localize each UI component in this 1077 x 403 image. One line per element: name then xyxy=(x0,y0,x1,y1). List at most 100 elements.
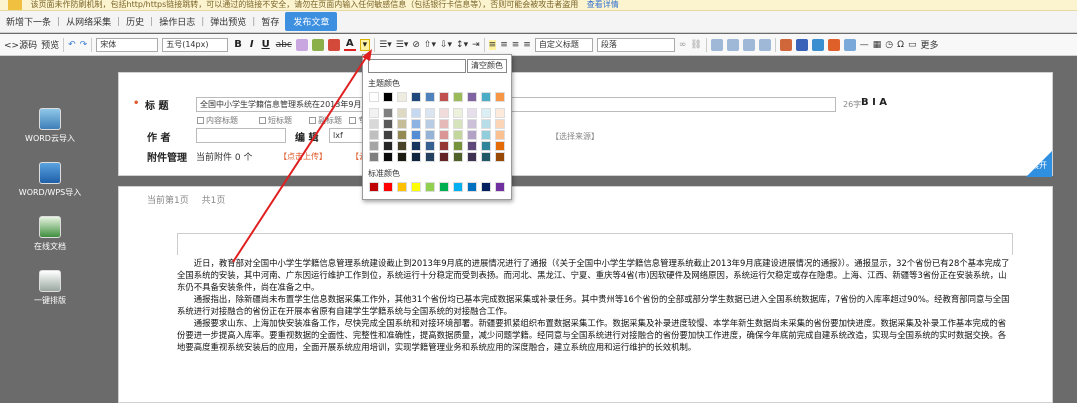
add-next-button[interactable]: 新增下一条 xyxy=(6,15,51,28)
font-family-select[interactable]: 宋体 xyxy=(96,37,159,52)
theme-shade-swatch[interactable] xyxy=(397,108,407,118)
author-input[interactable] xyxy=(196,128,286,143)
unordered-list-icon[interactable]: ☰▾ xyxy=(396,40,409,50)
sidebar-item-online-doc[interactable]: 在线文档 xyxy=(0,216,100,252)
theme-shade-swatch[interactable] xyxy=(369,130,379,140)
theme-color-swatch[interactable] xyxy=(369,92,379,102)
date-icon[interactable]: ▦ xyxy=(873,40,882,50)
theme-shade-swatch[interactable] xyxy=(383,108,393,118)
redo-icon[interactable]: ↷ xyxy=(80,40,88,50)
option-sub-title[interactable]: 副标题 xyxy=(309,115,342,126)
align-right-icon[interactable]: ≡ xyxy=(512,40,520,50)
theme-shade-swatch[interactable] xyxy=(495,141,505,151)
highlight-color-button[interactable]: ▾ xyxy=(359,38,371,51)
theme-shade-swatch[interactable] xyxy=(439,152,449,162)
theme-shade-swatch[interactable] xyxy=(467,141,477,151)
theme-shade-swatch[interactable] xyxy=(467,108,477,118)
insert-image-icon[interactable] xyxy=(779,38,792,51)
theme-shade-swatch[interactable] xyxy=(397,141,407,151)
theme-shade-swatch[interactable] xyxy=(383,141,393,151)
save-draft-button[interactable]: 暂存 xyxy=(261,15,279,28)
theme-color-swatch[interactable] xyxy=(467,92,477,102)
theme-shade-swatch[interactable] xyxy=(495,152,505,162)
sidebar-item-word-wps-import[interactable]: WORD/WPS导入 xyxy=(0,162,100,198)
standard-color-swatch[interactable] xyxy=(369,182,379,192)
color-value-input[interactable] xyxy=(368,59,466,73)
theme-color-swatch[interactable] xyxy=(425,92,435,102)
theme-shade-swatch[interactable] xyxy=(453,130,463,140)
save-icon[interactable] xyxy=(795,38,808,51)
theme-shade-swatch[interactable] xyxy=(383,152,393,162)
theme-shade-swatch[interactable] xyxy=(411,130,421,140)
standard-color-swatch[interactable] xyxy=(383,182,393,192)
theme-shade-swatch[interactable] xyxy=(467,130,477,140)
sidebar-item-auto-layout[interactable]: 一键排版 xyxy=(0,270,100,306)
paragraph-select[interactable]: 段落 xyxy=(596,37,675,52)
history-button[interactable]: 历史 xyxy=(126,15,144,28)
article-content[interactable]: 近日，教育部对全国中小学生学籍信息管理系统建设截止到2013年9月底的进展情况进… xyxy=(177,257,1012,353)
theme-shade-swatch[interactable] xyxy=(495,119,505,129)
theme-shade-swatch[interactable] xyxy=(467,119,477,129)
editor-page[interactable]: 当前第1页 共1页 近日，教育部对全国中小学生学籍信息管理系统建设截止到2013… xyxy=(118,186,1053,403)
preview-button[interactable]: 预览 xyxy=(41,38,59,51)
theme-shade-swatch[interactable] xyxy=(369,152,379,162)
title-format-tools[interactable]: B I A xyxy=(861,97,887,108)
standard-color-swatch[interactable] xyxy=(453,182,463,192)
special-char-icon[interactable]: Ω xyxy=(897,40,904,50)
theme-color-swatch[interactable] xyxy=(481,92,491,102)
theme-color-swatch[interactable] xyxy=(383,92,393,102)
image-icon[interactable] xyxy=(327,38,340,51)
popup-preview-button[interactable]: 弹出预览 xyxy=(210,15,246,28)
theme-shade-swatch[interactable] xyxy=(425,130,435,140)
theme-color-swatch[interactable] xyxy=(411,92,421,102)
code-icon[interactable] xyxy=(843,38,856,51)
theme-shade-swatch[interactable] xyxy=(369,119,379,129)
more-button[interactable]: 更多 xyxy=(921,38,939,51)
operation-log-button[interactable]: 操作日志 xyxy=(159,15,195,28)
theme-shade-swatch[interactable] xyxy=(439,108,449,118)
time-icon[interactable]: ◷ xyxy=(885,40,893,50)
bold-button[interactable]: B xyxy=(232,39,244,50)
italic-button[interactable]: I xyxy=(248,39,256,50)
option-content-title[interactable]: 内容标题 xyxy=(197,115,238,126)
table-icon[interactable] xyxy=(710,38,723,51)
theme-shade-swatch[interactable] xyxy=(481,130,491,140)
theme-shade-swatch[interactable] xyxy=(453,152,463,162)
theme-shade-swatch[interactable] xyxy=(425,119,435,129)
row-spacing-top-icon[interactable]: ⇧▾ xyxy=(424,40,436,50)
delete-table-icon[interactable] xyxy=(758,38,771,51)
eraser-icon[interactable] xyxy=(295,38,308,51)
standard-color-swatch[interactable] xyxy=(467,182,477,192)
format-painter-icon[interactable] xyxy=(311,38,324,51)
sidebar-item-word-cloud-import[interactable]: WORD云导入 xyxy=(0,108,100,144)
theme-shade-swatch[interactable] xyxy=(481,119,491,129)
attachment-icon[interactable] xyxy=(811,38,824,51)
video-icon[interactable] xyxy=(827,38,840,51)
notice-link[interactable]: 查看详情 xyxy=(587,0,619,9)
theme-shade-swatch[interactable] xyxy=(369,108,379,118)
upload-link[interactable]: 【点击上传】 xyxy=(279,151,327,162)
standard-color-swatch[interactable] xyxy=(425,182,435,192)
strikethrough-icon[interactable]: abc xyxy=(276,40,292,50)
theme-shade-swatch[interactable] xyxy=(425,152,435,162)
theme-shade-swatch[interactable] xyxy=(425,108,435,118)
expand-button[interactable]: 展开 xyxy=(1026,151,1052,177)
theme-shade-swatch[interactable] xyxy=(453,108,463,118)
option-short-title[interactable]: 短标题 xyxy=(259,115,292,126)
fullscreen-icon[interactable]: ▭ xyxy=(908,40,917,50)
web-collect-button[interactable]: 从网络采集 xyxy=(66,15,111,28)
theme-shade-swatch[interactable] xyxy=(439,130,449,140)
undo-icon[interactable]: ↶ xyxy=(68,40,76,50)
theme-shade-swatch[interactable] xyxy=(481,108,491,118)
theme-shade-swatch[interactable] xyxy=(467,152,477,162)
theme-shade-swatch[interactable] xyxy=(397,119,407,129)
clear-color-button[interactable]: 清空颜色 xyxy=(467,59,507,73)
standard-color-swatch[interactable] xyxy=(495,182,505,192)
theme-shade-swatch[interactable] xyxy=(481,152,491,162)
theme-shade-swatch[interactable] xyxy=(411,141,421,151)
unlink-icon[interactable]: ⛓ xyxy=(690,40,701,50)
theme-shade-swatch[interactable] xyxy=(411,119,421,129)
theme-shade-swatch[interactable] xyxy=(383,119,393,129)
ordered-list-icon[interactable]: ☰▾ xyxy=(379,40,392,50)
theme-shade-swatch[interactable] xyxy=(383,130,393,140)
